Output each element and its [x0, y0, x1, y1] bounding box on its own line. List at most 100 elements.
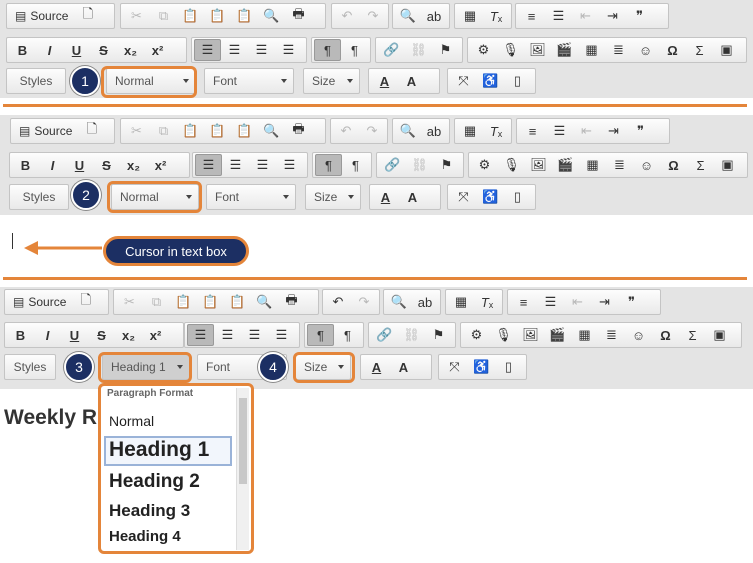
styles-combo[interactable]: Styles [6, 68, 66, 94]
strike-button[interactable]: S [93, 154, 120, 176]
unlink-icon[interactable]: ⛓ [405, 39, 432, 61]
print-icon[interactable]: 🖶 [285, 5, 312, 27]
special-char-icon[interactable]: Ω [652, 324, 679, 346]
numbered-list-icon[interactable]: ≡ [510, 291, 537, 313]
paste-icon[interactable]: 📋 [177, 5, 204, 27]
math-sigma-icon[interactable]: Σ [687, 154, 714, 176]
styles-combo[interactable]: Styles [9, 184, 69, 210]
indent-icon[interactable]: ⇥ [600, 120, 627, 142]
ltr-icon[interactable]: ¶ [314, 39, 341, 61]
align-right-icon[interactable]: ☰ [248, 39, 275, 61]
smiley-icon[interactable]: ☺ [633, 154, 660, 176]
scrollbar-thumb[interactable] [239, 398, 247, 484]
horizontal-line-icon[interactable]: ≣ [606, 154, 633, 176]
show-blocks-icon[interactable]: ▯ [504, 70, 531, 92]
copy-icon[interactable]: ⧉ [150, 5, 177, 27]
subscript-button[interactable]: x₂ [115, 324, 142, 346]
print-icon[interactable]: 🖶 [285, 120, 312, 142]
redo-icon[interactable]: ↷ [351, 291, 377, 313]
undo-icon[interactable]: ↶ [325, 291, 351, 313]
image-icon[interactable]: 🖼 [517, 324, 544, 346]
settings-gear-icon[interactable]: ⚙ [470, 39, 497, 61]
align-right-icon[interactable]: ☰ [241, 324, 268, 346]
link-icon[interactable]: 🔗 [379, 154, 406, 176]
rtl-icon[interactable]: ¶ [334, 324, 361, 346]
bulleted-list-icon[interactable]: ☰ [545, 5, 572, 27]
maximize-icon[interactable]: ⤧ [450, 186, 477, 208]
table-icon[interactable]: ▦ [579, 154, 606, 176]
dropdown-scrollbar[interactable] [236, 388, 249, 550]
paste-word-icon[interactable]: 📋 [224, 291, 251, 313]
paste-word-icon[interactable]: 📋 [231, 120, 258, 142]
superscript-button[interactable]: x² [144, 39, 171, 61]
superscript-button[interactable]: x² [142, 324, 169, 346]
special-char-icon[interactable]: Ω [660, 154, 687, 176]
justify-icon[interactable]: ☰ [275, 39, 302, 61]
underline-button[interactable]: U [66, 154, 93, 176]
iframe-icon[interactable]: ▣ [714, 154, 741, 176]
indent-icon[interactable]: ⇥ [599, 5, 626, 27]
paste-icon[interactable]: 📋 [170, 291, 197, 313]
size-combo[interactable]: Size [303, 68, 360, 94]
blockquote-icon[interactable]: ❞ [626, 5, 653, 27]
settings-gear-icon[interactable]: ⚙ [471, 154, 498, 176]
maximize-icon[interactable]: ⤧ [441, 356, 468, 378]
ltr-icon[interactable]: ¶ [315, 154, 342, 176]
copy-icon[interactable]: ⧉ [150, 120, 177, 142]
justify-icon[interactable]: ☰ [276, 154, 303, 176]
print-icon[interactable]: 🖶 [278, 291, 305, 313]
underline-button[interactable]: U [61, 324, 88, 346]
math-sigma-icon[interactable]: Σ [679, 324, 706, 346]
outdent-icon[interactable]: ⇤ [572, 5, 599, 27]
paste-word-icon[interactable]: 📋 [231, 5, 258, 27]
bulleted-list-icon[interactable]: ☰ [546, 120, 573, 142]
video-icon[interactable]: 🎬 [551, 39, 578, 61]
paste-text-icon[interactable]: 📋 [197, 291, 224, 313]
blockquote-icon[interactable]: ❞ [627, 120, 654, 142]
text-color-button[interactable]: A [372, 186, 399, 208]
microphone-icon[interactable]: 🎙 [490, 324, 517, 346]
bg-color-button[interactable]: A [390, 356, 417, 378]
dropdown-item-heading-2[interactable]: Heading 2 [109, 471, 200, 493]
show-blocks-icon[interactable]: ▯ [504, 186, 531, 208]
settings-gear-icon[interactable]: ⚙ [463, 324, 490, 346]
justify-icon[interactable]: ☰ [268, 324, 295, 346]
image-icon[interactable]: 🖼 [524, 39, 551, 61]
bold-button[interactable]: B [12, 154, 39, 176]
paste-text-icon[interactable]: 📋 [204, 120, 231, 142]
table-icon[interactable]: ▦ [571, 324, 598, 346]
rtl-icon[interactable]: ¶ [342, 154, 369, 176]
horizontal-line-icon[interactable]: ≣ [605, 39, 632, 61]
dropdown-item-normal[interactable]: Normal [109, 413, 154, 429]
dropdown-item-heading-1[interactable]: Heading 1 [109, 438, 209, 462]
source-button[interactable]: ▤ Source [7, 291, 72, 313]
cut-icon[interactable]: ✂ [123, 5, 150, 27]
video-icon[interactable]: 🎬 [552, 154, 579, 176]
new-page-icon[interactable]: 🗋 [72, 291, 99, 313]
text-color-button[interactable]: A [363, 356, 390, 378]
source-button[interactable]: ▤ Source [9, 5, 74, 27]
strike-button[interactable]: S [88, 324, 115, 346]
dropdown-item-heading-4[interactable]: Heading 4 [109, 528, 181, 545]
find-icon[interactable]: 🔍 [395, 120, 421, 142]
blockquote-icon[interactable]: ❞ [618, 291, 645, 313]
underline-button[interactable]: U [63, 39, 90, 61]
align-center-icon[interactable]: ☰ [214, 324, 241, 346]
outdent-icon[interactable]: ⇤ [573, 120, 600, 142]
table-icon[interactable]: ▦ [578, 39, 605, 61]
cut-icon[interactable]: ✂ [123, 120, 150, 142]
video-icon[interactable]: 🎬 [544, 324, 571, 346]
format-brush-icon[interactable]: ▦ [457, 120, 483, 142]
remove-format-icon[interactable]: Tₓ [483, 120, 509, 142]
maximize-icon[interactable]: ⤧ [450, 70, 477, 92]
ltr-icon[interactable]: ¶ [307, 324, 334, 346]
numbered-list-icon[interactable]: ≡ [519, 120, 546, 142]
undo-icon[interactable]: ↶ [334, 5, 360, 27]
replace-icon[interactable]: ab [412, 291, 438, 313]
link-icon[interactable]: 🔗 [378, 39, 405, 61]
new-page-icon[interactable]: 🗋 [78, 120, 105, 142]
font-combo[interactable]: Font [204, 68, 294, 94]
italic-button[interactable]: I [34, 324, 61, 346]
font-combo[interactable]: Font [206, 184, 296, 210]
new-page-icon[interactable]: 🗋 [74, 5, 101, 27]
